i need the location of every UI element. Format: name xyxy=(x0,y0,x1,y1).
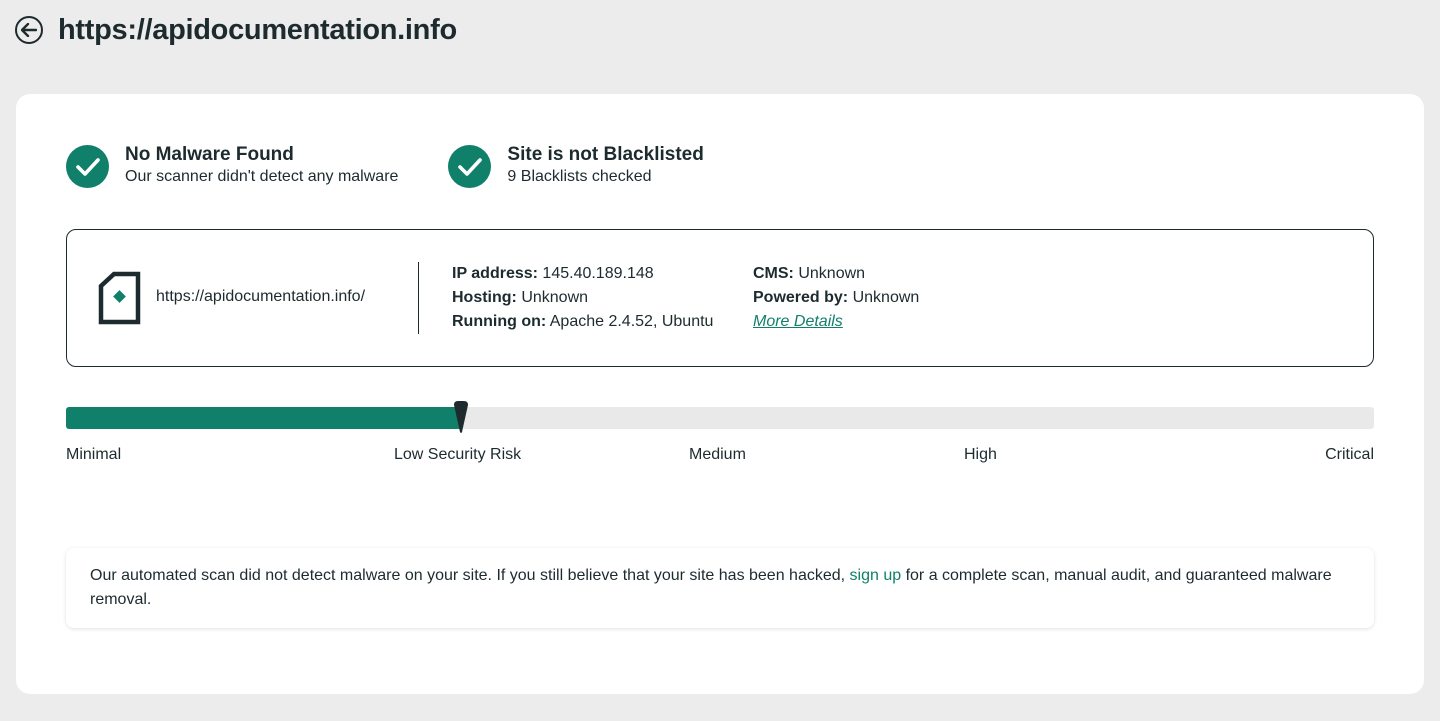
running-on-row: Running on: Apache 2.4.52, Ubuntu xyxy=(452,310,713,334)
malware-status-subtitle: Our scanner didn't detect any malware xyxy=(125,168,399,185)
check-circle-icon xyxy=(448,145,492,188)
check-circle-icon xyxy=(66,145,109,188)
risk-label-minimal: Minimal xyxy=(66,446,122,463)
site-url: https://apidocumentation.info/ xyxy=(156,288,366,305)
more-details-link[interactable]: More Details xyxy=(753,313,843,330)
site-info-box: https://apidocumentation.info/ IP addres… xyxy=(66,229,1374,367)
page-header: https://apidocumentation.info xyxy=(15,12,457,48)
ip-address-row: IP address: 145.40.189.148 xyxy=(452,262,713,286)
running-on-label: Running on: xyxy=(452,313,547,330)
status-row: No Malware Found Our scanner didn't dete… xyxy=(66,144,704,188)
risk-meter xyxy=(66,401,1374,433)
site-page-icon xyxy=(98,271,141,325)
ip-address-value: 145.40.189.148 xyxy=(542,265,654,282)
ip-address-label: IP address: xyxy=(452,265,538,282)
hosting-row: Hosting: Unknown xyxy=(452,286,713,310)
powered-by-value: Unknown xyxy=(852,289,920,306)
malware-status: No Malware Found Our scanner didn't dete… xyxy=(66,144,398,188)
risk-label-high: High xyxy=(964,446,997,463)
scan-notice: Our automated scan did not detect malwar… xyxy=(66,548,1374,628)
running-on-value: Apache 2.4.52, Ubuntu xyxy=(549,313,714,330)
back-button[interactable] xyxy=(15,16,43,44)
blacklist-status-title: Site is not Blacklisted xyxy=(507,144,704,165)
page-title: https://apidocumentation.info xyxy=(58,13,457,46)
cms-value: Unknown xyxy=(798,265,866,282)
risk-label-low: Low Security Risk xyxy=(394,446,522,463)
scan-result-card: No Malware Found Our scanner didn't dete… xyxy=(16,94,1424,694)
blacklist-status: Site is not Blacklisted 9 Blacklists che… xyxy=(448,144,704,188)
blacklist-status-subtitle: 9 Blacklists checked xyxy=(507,168,652,185)
malware-status-title: No Malware Found xyxy=(125,144,294,165)
notice-text-before: Our automated scan did not detect malwar… xyxy=(90,567,850,584)
risk-meter-fill xyxy=(66,407,461,429)
powered-by-label: Powered by: xyxy=(753,289,849,306)
hosting-value: Unknown xyxy=(521,289,589,306)
risk-labels: Minimal Low Security Risk Medium High Cr… xyxy=(66,446,1374,468)
risk-marker-icon xyxy=(454,401,468,433)
hosting-label: Hosting: xyxy=(452,289,517,306)
server-info-column: IP address: 145.40.189.148 Hosting: Unkn… xyxy=(452,262,713,334)
risk-label-critical: Critical xyxy=(1325,446,1374,463)
cms-info-column: CMS: Unknown Powered by: Unknown More De… xyxy=(753,262,919,334)
cms-label: CMS: xyxy=(753,265,794,282)
cms-row: CMS: Unknown xyxy=(753,262,919,286)
arrow-left-circle-icon xyxy=(21,23,37,37)
sign-up-link[interactable]: sign up xyxy=(850,567,902,584)
risk-label-medium: Medium xyxy=(689,446,746,463)
divider xyxy=(418,262,419,334)
powered-by-row: Powered by: Unknown xyxy=(753,286,919,310)
